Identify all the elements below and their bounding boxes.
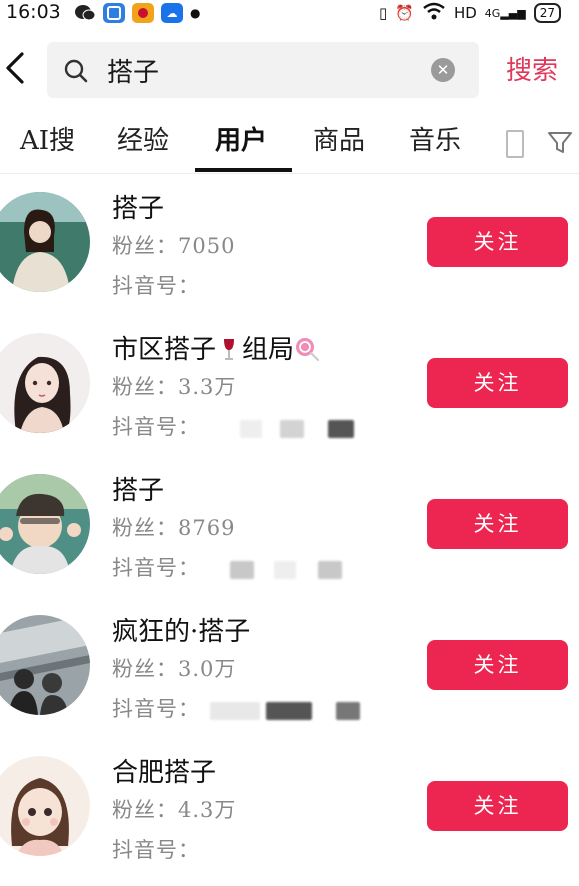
douyin-id-label: 抖音号： — [112, 274, 200, 298]
search-query: 搭子 — [107, 58, 160, 88]
alarm-icon: ⏰ — [395, 4, 414, 22]
douyin-id: 抖音号： — [112, 693, 360, 723]
tab-users[interactable]: 用户 — [215, 120, 267, 157]
tab-partial[interactable] — [506, 130, 524, 158]
search-button[interactable]: 搜索 — [506, 50, 558, 87]
wechat-icon — [74, 3, 96, 23]
douyin-id: 抖音号： — [112, 834, 200, 864]
vibrate-icon: ▯ — [379, 4, 388, 22]
redacted-block — [230, 560, 254, 579]
user-row[interactable]: 合肥搭子 粉丝：4.3万 抖音号： 关注 — [0, 746, 579, 886]
search-icon — [64, 59, 88, 83]
fans-count: 粉丝：3.0万 — [112, 657, 237, 681]
category-tabs: AI搜 经验 用户 商品 音乐 — [0, 110, 579, 174]
signal-label: 4G — [484, 6, 501, 20]
user-name: 搭子 — [112, 194, 165, 224]
redacted-block — [274, 560, 296, 579]
douyin-id-label: 抖音号： — [112, 415, 200, 439]
avatar[interactable] — [0, 192, 90, 292]
avatar[interactable] — [0, 615, 90, 715]
tab-products[interactable]: 商品 — [313, 120, 365, 157]
battery-icon: 27 — [533, 3, 561, 23]
more-dot-icon: ● — [190, 6, 201, 20]
user-name-text: 市区搭子 — [112, 335, 217, 365]
redacted-block — [318, 560, 342, 579]
tab-ai-search[interactable]: AI搜 — [20, 120, 75, 157]
douyin-id: 抖音号： — [112, 270, 200, 300]
signal-icon: 4G▂▄▆ — [484, 6, 526, 20]
redacted-block — [266, 701, 312, 720]
follow-button[interactable]: 关注 — [427, 499, 568, 549]
notification-icons: ☁ ● — [74, 3, 200, 23]
status-time: 16:03 — [6, 1, 61, 23]
search-input[interactable]: 搭子 ✕ — [47, 42, 479, 98]
active-tab-indicator — [195, 168, 292, 172]
user-row[interactable]: 疯狂的·搭子 粉丝：3.0万 抖音号： 关注 — [0, 605, 579, 745]
tab-experience[interactable]: 经验 — [117, 120, 169, 157]
redacted-block — [328, 419, 354, 438]
user-name: 搭子 — [112, 476, 165, 506]
redacted-block — [210, 701, 260, 720]
clear-icon[interactable]: ✕ — [431, 58, 455, 82]
follow-button[interactable]: 关注 — [427, 781, 568, 831]
user-row[interactable]: 搭子 粉丝：7050 抖音号： 关注 — [0, 182, 579, 322]
app-notification-icon — [103, 3, 125, 23]
user-name-suffix: 组局 — [242, 335, 295, 365]
hd-label: HD — [453, 4, 477, 22]
douyin-id-label: 抖音号： — [112, 838, 200, 862]
redacted-block — [280, 419, 304, 438]
back-button[interactable] — [2, 48, 30, 88]
cloud-app-icon: ☁ — [161, 3, 183, 23]
douyin-id: 抖音号： — [112, 411, 354, 441]
fans-count: 粉丝：3.3万 — [112, 375, 237, 399]
search-row: 搭子 ✕ 搜索 — [0, 36, 579, 100]
redacted-block — [336, 701, 360, 720]
user-name: 疯狂的·搭子 — [112, 617, 251, 647]
avatar[interactable] — [0, 474, 90, 574]
wine-glass-icon — [224, 339, 235, 360]
user-name: 市区搭子 组局 — [112, 329, 320, 366]
status-right: ▯ ⏰ HD 4G▂▄▆ 27 — [379, 2, 561, 24]
redacted-block — [240, 419, 262, 438]
lollipop-icon — [296, 338, 320, 362]
follow-button[interactable]: 关注 — [427, 358, 568, 408]
fans-count: 粉丝：7050 — [112, 234, 236, 258]
follow-button[interactable]: 关注 — [427, 640, 568, 690]
filter-icon[interactable] — [546, 128, 574, 156]
douyin-id-label: 抖音号： — [112, 697, 200, 721]
avatar[interactable] — [0, 756, 90, 856]
back-arrow-icon — [6, 52, 24, 84]
avatar[interactable] — [0, 333, 90, 433]
douyin-id: 抖音号： — [112, 552, 342, 582]
divider — [0, 173, 579, 174]
user-name: 合肥搭子 — [112, 758, 217, 788]
follow-button[interactable]: 关注 — [427, 217, 568, 267]
status-bar: 16:03 ☁ ● ▯ ⏰ HD 4G▂▄▆ 27 — [0, 0, 579, 30]
fans-count: 粉丝：4.3万 — [112, 798, 237, 822]
user-row[interactable]: 市区搭子 组局 粉丝：3.3万 抖音号： 关注 — [0, 323, 579, 463]
user-row[interactable]: 搭子 粉丝：8769 抖音号： 关注 — [0, 464, 579, 604]
tab-music[interactable]: 音乐 — [409, 120, 461, 157]
weibo-icon — [132, 3, 154, 23]
fans-count: 粉丝：8769 — [112, 516, 236, 540]
wifi-icon — [422, 2, 446, 24]
douyin-id-label: 抖音号： — [112, 556, 200, 580]
